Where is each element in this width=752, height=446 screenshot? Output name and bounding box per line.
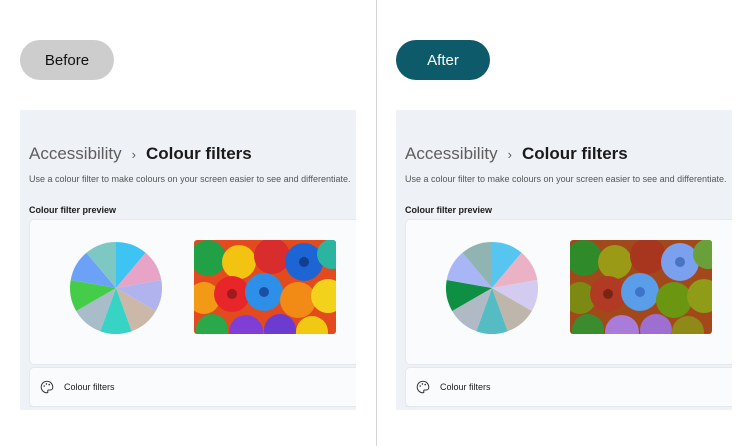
colour-filter-preview-card xyxy=(29,219,356,365)
palette-icon xyxy=(416,380,430,394)
settings-window-after: Accessibility › Colour filters Use a col… xyxy=(396,110,732,410)
colour-filters-row-label: Colour filters xyxy=(440,382,491,392)
breadcrumb-accessibility[interactable]: Accessibility xyxy=(29,144,122,164)
page-description: Use a colour filter to make colours on y… xyxy=(405,174,727,184)
preview-section-label: Colour filter preview xyxy=(405,205,493,215)
settings-window-before: Accessibility › Colour filters Use a col… xyxy=(20,110,356,410)
breadcrumb-separator-icon: › xyxy=(131,146,136,162)
before-label: Before xyxy=(20,40,114,80)
colour-filters-row[interactable]: Colour filters xyxy=(29,367,356,407)
row-divider xyxy=(405,406,732,407)
breadcrumb: Accessibility › Colour filters xyxy=(405,142,628,166)
colour-filter-preview-card xyxy=(405,219,732,365)
paper-umbrellas-photo xyxy=(194,240,336,334)
before-panel: Before Accessibility › Colour filters Us… xyxy=(0,0,376,446)
after-label: After xyxy=(396,40,490,80)
page-title: Colour filters xyxy=(521,144,628,163)
colour-filters-row[interactable]: Colour filters xyxy=(405,367,732,407)
breadcrumb-separator-icon: › xyxy=(507,146,512,162)
breadcrumb-accessibility[interactable]: Accessibility xyxy=(405,144,498,164)
row-divider xyxy=(29,406,356,407)
preview-section-label: Colour filter preview xyxy=(29,205,117,215)
paper-umbrellas-photo-filtered xyxy=(570,240,712,334)
palette-icon xyxy=(40,380,54,394)
colour-filters-row-label: Colour filters xyxy=(64,382,115,392)
colour-pie-chart xyxy=(70,242,162,334)
page-description: Use a colour filter to make colours on y… xyxy=(29,174,351,184)
breadcrumb: Accessibility › Colour filters xyxy=(29,142,252,166)
after-panel: After Accessibility › Colour filters Use… xyxy=(377,0,752,446)
colour-pie-chart xyxy=(446,242,538,334)
page-title: Colour filters xyxy=(145,144,252,163)
